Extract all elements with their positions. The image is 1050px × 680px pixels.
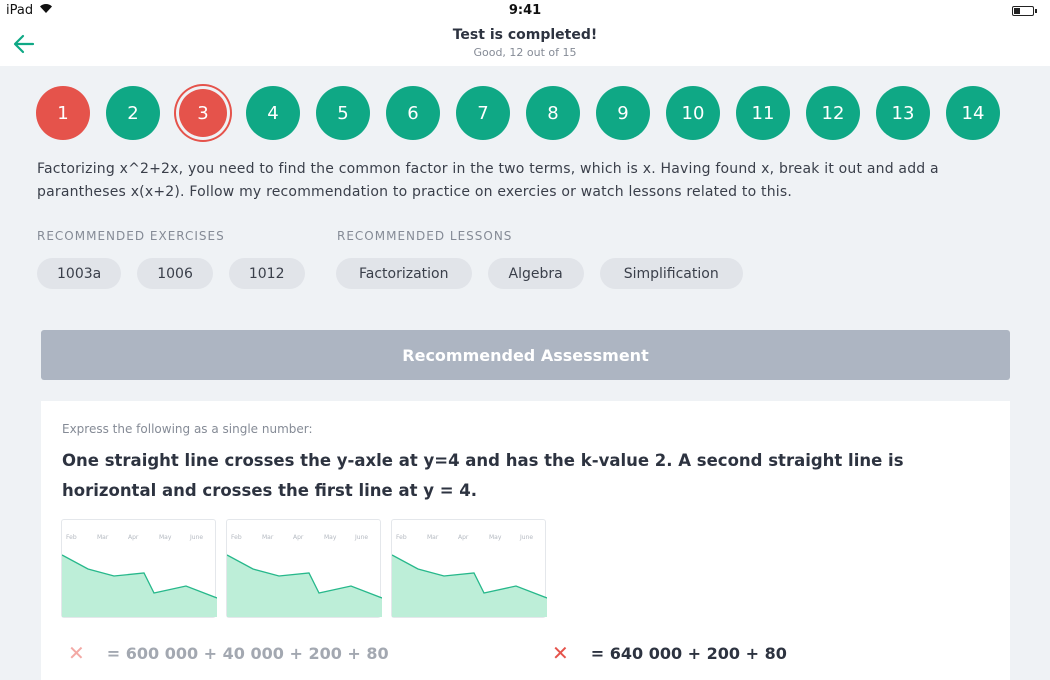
- month-label: June: [519, 534, 533, 541]
- question-circle[interactable]: 14: [946, 86, 1000, 140]
- mini-area-chart: Feb Mar Apr May June: [227, 534, 382, 617]
- lesson-pills: Factorization Algebra Simplification: [336, 258, 743, 289]
- question-circle[interactable]: 7: [456, 86, 510, 140]
- lesson-pill[interactable]: Simplification: [599, 258, 743, 289]
- chart-thumbnail[interactable]: Feb Mar Apr May June: [226, 519, 382, 618]
- assessment-instruction: Express the following as a single number…: [62, 422, 313, 436]
- answer-text: = 640 000 + 200 + 80: [590, 643, 787, 663]
- explanation-text: Factorizing x^2+2x, you need to find the…: [37, 161, 939, 200]
- question-circle[interactable]: 3: [179, 89, 227, 137]
- question-circle[interactable]: 13: [876, 86, 930, 140]
- month-label: Feb: [66, 534, 77, 541]
- question-navigator: 1 2 3 4 5 6 7 8 9 10 11 12 13 14: [36, 86, 1000, 140]
- month-label: June: [189, 534, 203, 541]
- assessment-question: One straight line crosses the y-axle at …: [62, 451, 904, 500]
- exercise-pill[interactable]: 1006: [137, 258, 213, 289]
- score-subtitle: Good, 12 out of 15: [473, 46, 577, 59]
- exercise-pills: 1003a 1006 1012: [37, 258, 305, 289]
- question-circle[interactable]: 4: [246, 86, 300, 140]
- month-label: Apr: [458, 534, 469, 541]
- cross-icon: ✕: [552, 641, 569, 665]
- question-circle[interactable]: 10: [666, 86, 720, 140]
- status-bar: iPad 9:41: [0, 0, 1050, 22]
- mini-area-chart: Feb Mar Apr May June: [62, 534, 217, 617]
- month-label: Mar: [262, 534, 274, 541]
- chart-thumbnail[interactable]: Feb Mar Apr May June: [391, 519, 547, 618]
- month-label: Mar: [97, 534, 109, 541]
- lesson-pill[interactable]: Algebra: [487, 258, 584, 289]
- question-circle[interactable]: 11: [736, 86, 790, 140]
- month-label: Apr: [128, 534, 139, 541]
- cross-icon: ✕: [68, 641, 85, 665]
- month-label: Feb: [231, 534, 242, 541]
- answer-text: = 600 000 + 40 000 + 200 + 80: [106, 643, 389, 663]
- exercise-pill[interactable]: 1012: [228, 258, 305, 289]
- battery-icon: [1012, 6, 1037, 16]
- question-circle[interactable]: 5: [316, 86, 370, 140]
- question-circle[interactable]: 8: [526, 86, 580, 140]
- status-time: 9:41: [508, 3, 542, 18]
- mini-area-chart: Feb Mar Apr May June: [392, 534, 547, 617]
- assessment-card: Express the following as a single number…: [41, 401, 1010, 680]
- month-label: May: [324, 534, 337, 541]
- month-label: May: [489, 534, 502, 541]
- page-title: Test is completed!: [452, 27, 598, 43]
- chart-options: Feb Mar Apr May June Feb Mar Apr May June Feb Mar Ap…: [61, 519, 547, 618]
- question-circle[interactable]: 2: [106, 86, 160, 140]
- chart-thumbnail[interactable]: Feb Mar Apr May June: [61, 519, 217, 618]
- month-label: Feb: [396, 534, 407, 541]
- question-circle[interactable]: 9: [596, 86, 650, 140]
- lessons-label: RECOMMENDED LESSONS: [337, 229, 513, 243]
- recommended-assessment-button[interactable]: Recommended Assessment: [41, 330, 1010, 380]
- chart-area: [62, 555, 217, 617]
- exercises-label: RECOMMENDED EXERCISES: [37, 229, 225, 243]
- answer-option[interactable]: ✕ = 640 000 + 200 + 80: [552, 641, 787, 665]
- lesson-pill[interactable]: Factorization: [336, 258, 472, 289]
- month-label: June: [354, 534, 368, 541]
- chart-area: [227, 555, 382, 617]
- month-label: May: [159, 534, 172, 541]
- month-label: Mar: [427, 534, 439, 541]
- question-circle[interactable]: 12: [806, 86, 860, 140]
- answer-option[interactable]: ✕ = 600 000 + 40 000 + 200 + 80: [68, 641, 389, 665]
- nav-header: Test is completed! Good, 12 out of 15: [0, 22, 1050, 66]
- question-circle[interactable]: 1: [36, 86, 90, 140]
- chart-area: [392, 555, 547, 617]
- exercise-pill[interactable]: 1003a: [37, 258, 122, 289]
- month-label: Apr: [293, 534, 304, 541]
- question-circle[interactable]: 6: [386, 86, 440, 140]
